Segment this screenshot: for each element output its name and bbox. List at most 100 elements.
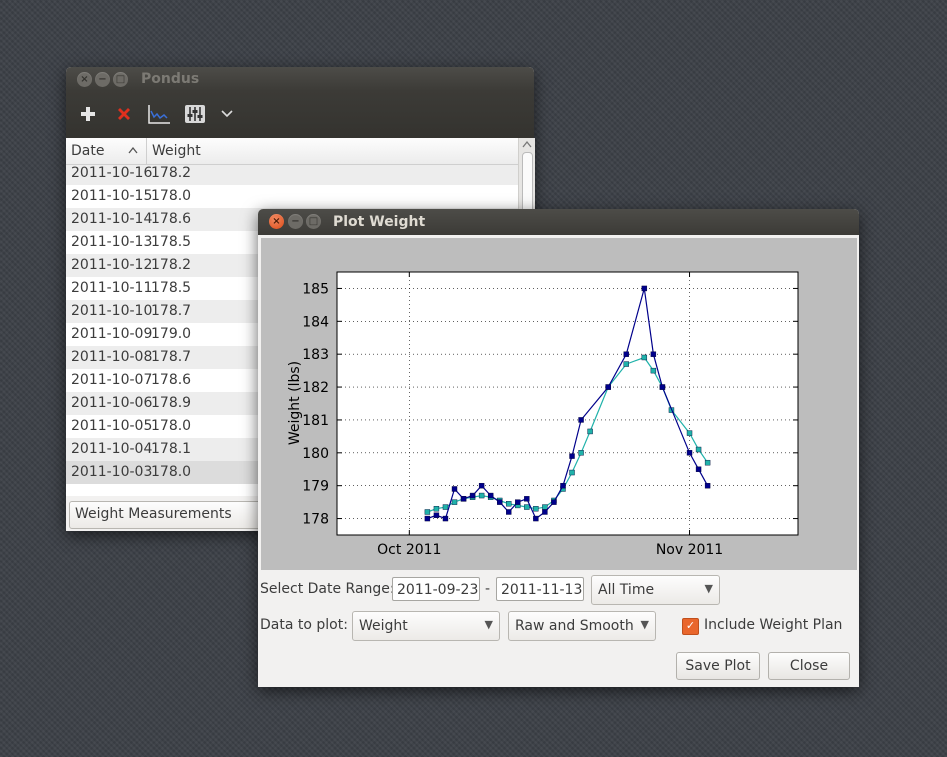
raw-point	[623, 351, 629, 357]
preferences-icon[interactable]	[182, 101, 208, 127]
weight-cell: 178.1	[151, 441, 192, 457]
plot-titlebar: × − □ Plot Weight	[258, 209, 859, 235]
window-title: Plot Weight	[333, 214, 426, 230]
range-select-value: All Time	[598, 582, 655, 598]
raw-point	[560, 482, 566, 489]
smooth-point	[533, 506, 539, 512]
smooth-point	[686, 430, 693, 436]
weight-cell: 178.5	[151, 280, 192, 296]
column-header-weight[interactable]: Weight	[152, 143, 201, 159]
smooth-point	[650, 367, 657, 374]
chevron-down-icon[interactable]	[214, 101, 240, 127]
raw-point	[469, 492, 476, 499]
y-tick-label: 179	[302, 479, 329, 495]
table-row[interactable]: 2011-10-16 178.2	[66, 162, 518, 185]
include-plan-label[interactable]: Include Weight Plan	[704, 617, 842, 633]
weight-cell: 178.2	[151, 257, 192, 273]
smooth-point	[623, 361, 629, 367]
raw-point	[451, 486, 458, 492]
y-tick-label: 183	[302, 347, 329, 363]
window-minimize-icon[interactable]: −	[95, 72, 110, 87]
chevron-down-icon: ▼	[704, 582, 713, 595]
weight-cell: 178.0	[151, 418, 192, 434]
weight-cell: 178.0	[151, 188, 192, 204]
raw-point	[650, 351, 657, 357]
data-to-plot-label: Data to plot:	[260, 617, 348, 633]
x-tick-label: Oct 2011	[377, 542, 441, 558]
y-axis-label: Weight (lbs)	[287, 361, 303, 445]
date-from-field[interactable]: 2011-09-23	[392, 577, 480, 601]
raw-point	[533, 515, 539, 522]
add-icon[interactable]	[75, 101, 101, 127]
raw-point	[542, 509, 548, 515]
raw-point	[704, 482, 711, 489]
weight-cell: 178.6	[151, 211, 192, 227]
plot-icon[interactable]	[146, 101, 172, 127]
date-cell: 2011-10-12	[71, 257, 153, 273]
raw-point	[487, 492, 494, 499]
raw-point	[442, 515, 449, 522]
weight-cell: 178.0	[151, 464, 192, 480]
smooth-point	[442, 504, 449, 510]
dataset-select-value: Weight Measurements	[75, 506, 232, 522]
window-maximize-icon[interactable]: □	[113, 72, 128, 87]
date-cell: 2011-10-04	[71, 441, 153, 457]
close-button[interactable]: Close	[768, 652, 850, 680]
save-plot-button[interactable]: Save Plot	[676, 652, 760, 680]
plot-weight-window: × − □ Plot Weight 178 179 180 181 182 183 184 1…	[258, 209, 859, 687]
mode-select-value: Raw and Smooth	[515, 618, 634, 634]
smooth-point	[587, 428, 593, 435]
weight-cell: 178.7	[151, 303, 192, 319]
date-cell: 2011-10-06	[71, 395, 153, 411]
raw-point	[695, 466, 702, 472]
raw-point	[569, 453, 575, 459]
smooth-point	[542, 504, 548, 510]
smooth-point	[569, 469, 575, 476]
date-cell: 2011-10-16	[71, 165, 153, 181]
raw-point	[524, 496, 530, 502]
table-header: Date Weight	[66, 138, 518, 165]
date-cell: 2011-10-15	[71, 188, 153, 204]
date-cell: 2011-10-09	[71, 326, 153, 342]
weight-cell: 178.5	[151, 234, 192, 250]
smooth-point	[578, 450, 584, 456]
chevron-down-icon: ▼	[640, 618, 649, 631]
raw-point	[478, 482, 485, 489]
weight-cell: 178.7	[151, 349, 192, 365]
smooth-point	[424, 509, 431, 515]
weight-cell: 178.9	[151, 395, 192, 411]
y-tick-label: 180	[302, 446, 329, 462]
range-select[interactable]: All Time ▼	[591, 575, 720, 605]
chevron-down-icon: ▼	[484, 618, 493, 631]
data-select[interactable]: Weight ▼	[352, 611, 500, 641]
delete-icon[interactable]	[111, 101, 137, 127]
window-minimize-icon[interactable]: −	[288, 214, 303, 229]
window-close-icon[interactable]: ×	[269, 214, 284, 229]
smooth-point	[704, 459, 711, 466]
scroll-up-icon[interactable]	[522, 140, 532, 148]
window-title: Pondus	[141, 71, 200, 87]
raw-point	[605, 384, 611, 390]
raw-point	[659, 384, 666, 390]
raw-point	[424, 515, 431, 522]
date-cell: 2011-10-13	[71, 234, 153, 250]
y-tick-label: 178	[302, 512, 329, 528]
y-tick-label: 185	[302, 281, 329, 297]
include-plan-checkbox[interactable]: ✓	[682, 618, 699, 635]
mode-select[interactable]: Raw and Smooth ▼	[508, 611, 656, 641]
date-cell: 2011-10-05	[71, 418, 153, 434]
y-tick-label: 182	[302, 380, 329, 396]
window-close-icon[interactable]: ×	[77, 72, 92, 87]
table-row[interactable]: 2011-10-15 178.0	[66, 185, 518, 208]
window-maximize-icon[interactable]: □	[306, 214, 321, 229]
date-to-field[interactable]: 2011-11-13	[496, 577, 584, 601]
pondus-titlebar: × − □ Pondus	[66, 67, 534, 91]
column-header-date[interactable]: Date	[71, 143, 104, 159]
weight-cell: 178.6	[151, 372, 192, 388]
x-tick-label: Nov 2011	[656, 542, 723, 558]
smooth-point	[433, 506, 440, 512]
date-separator: -	[485, 581, 491, 597]
data-select-value: Weight	[359, 618, 408, 634]
date-cell: 2011-10-14	[71, 211, 153, 227]
plot-area: 178 179 180 181 182 183 184 185 Oct 2011 Nov 2011…	[261, 238, 857, 570]
